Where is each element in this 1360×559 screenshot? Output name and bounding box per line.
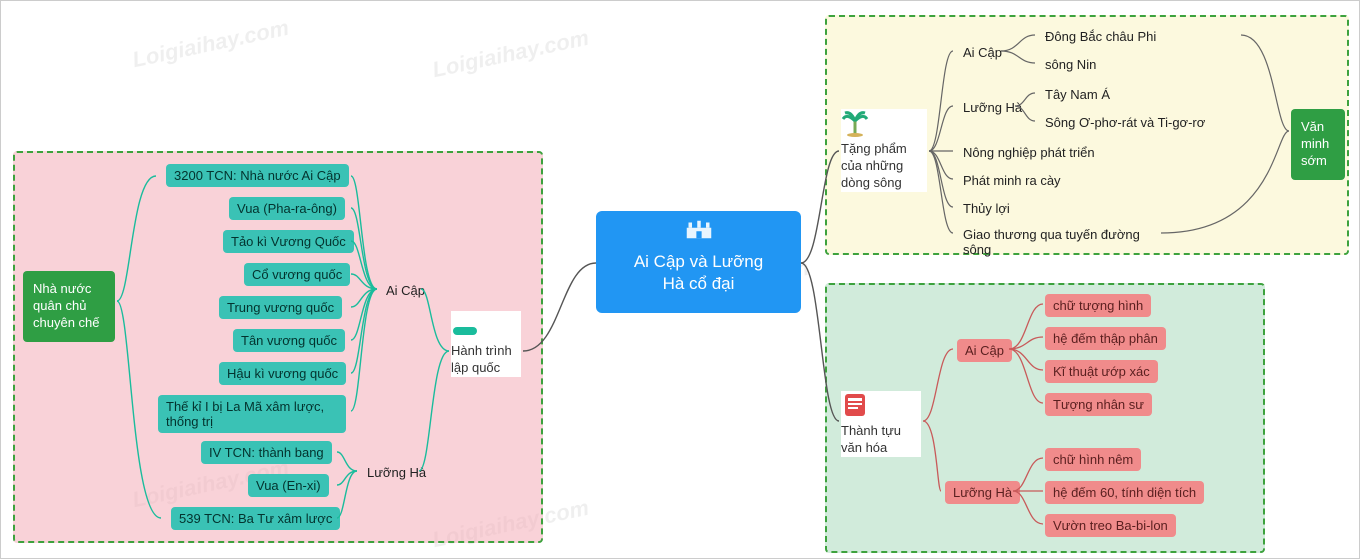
leaf: Trung vương quốc (219, 296, 342, 319)
leaf: Kĩ thuật ướp xác (1045, 360, 1158, 383)
leaf: IV TCN: thành bang (201, 441, 332, 464)
watermark: Loigiaihay.com (130, 15, 291, 74)
leaf: Vua (Pha-ra-ông) (229, 197, 345, 220)
leaf: Tây Nam Á (1037, 83, 1118, 106)
subgroup-luongha-tr: Lưỡng Hà (955, 96, 1030, 119)
leaf: 3200 TCN: Nhà nước Ai Cập (166, 164, 349, 187)
leaf: Nông nghiệp phát triển (955, 141, 1103, 164)
leaf: chữ tượng hình (1045, 294, 1151, 317)
leaf: Tượng nhân sư (1045, 393, 1152, 416)
leaf: chữ hình nêm (1045, 448, 1141, 471)
subgroup-luongha-left: Lưỡng Hà (359, 461, 434, 484)
scroll-icon (841, 391, 869, 419)
leaf: Sông Ơ-phơ-rát và Ti-gơ-rơ (1037, 111, 1213, 134)
leaf: Cổ vương quốc (244, 263, 350, 286)
leaf: Thế kỉ I bị La Mã xâm lược, thống trị (158, 395, 346, 433)
branch-topright-label: Tặng phẩm của những dòng sông (841, 141, 907, 190)
central-topic: Ai Cập và Lưỡng Hà cổ đại (596, 211, 801, 313)
leaf: 539 TCN: Ba Tư xâm lược (171, 507, 340, 530)
leaf: Tảo kì Vương Quốc (223, 230, 354, 253)
subgroup-aicap-left: Ai Cập (378, 279, 433, 302)
side-label-left: Nhà nước quân chủ chuyên chế (23, 271, 115, 342)
branch-left: Hành trình lập quốc (451, 311, 521, 377)
leaf: Phát minh ra cày (955, 169, 1069, 192)
leaf: Tân vương quốc (233, 329, 345, 352)
branch-bottomright: Thành tựu văn hóa (841, 391, 921, 457)
castle-icon (685, 219, 713, 241)
leaf: Thủy lợi (955, 197, 1018, 220)
subgroup-luongha-br: Lưỡng Hà (945, 481, 1020, 504)
leaf: sông Nin (1037, 53, 1104, 76)
leaf: Đông Bắc châu Phi (1037, 25, 1164, 48)
leaf: Vua (En-xi) (248, 474, 329, 497)
leaf: hệ đếm 60, tính diện tích (1045, 481, 1204, 504)
watermark: Loigiaihay.com (430, 25, 591, 84)
leaf: Vườn treo Ba-bi-lon (1045, 514, 1176, 537)
palm-icon (841, 109, 869, 137)
flag-icon (451, 311, 479, 339)
leaf: hệ đếm thập phân (1045, 327, 1166, 350)
branch-topright: Tặng phẩm của những dòng sông (841, 109, 927, 192)
leaf: Giao thương qua tuyến đường sông (955, 223, 1155, 261)
branch-bottomright-label: Thành tựu văn hóa (841, 423, 901, 455)
subgroup-aicap-br: Ai Cập (957, 339, 1012, 362)
leaf: Hậu kì vương quốc (219, 362, 346, 385)
central-topic-label: Ai Cập và Lưỡng Hà cổ đại (634, 252, 763, 293)
side-label-right: Văn minh sớm (1291, 109, 1345, 180)
branch-left-label: Hành trình lập quốc (451, 343, 512, 375)
subgroup-aicap-tr: Ai Cập (955, 41, 1010, 64)
